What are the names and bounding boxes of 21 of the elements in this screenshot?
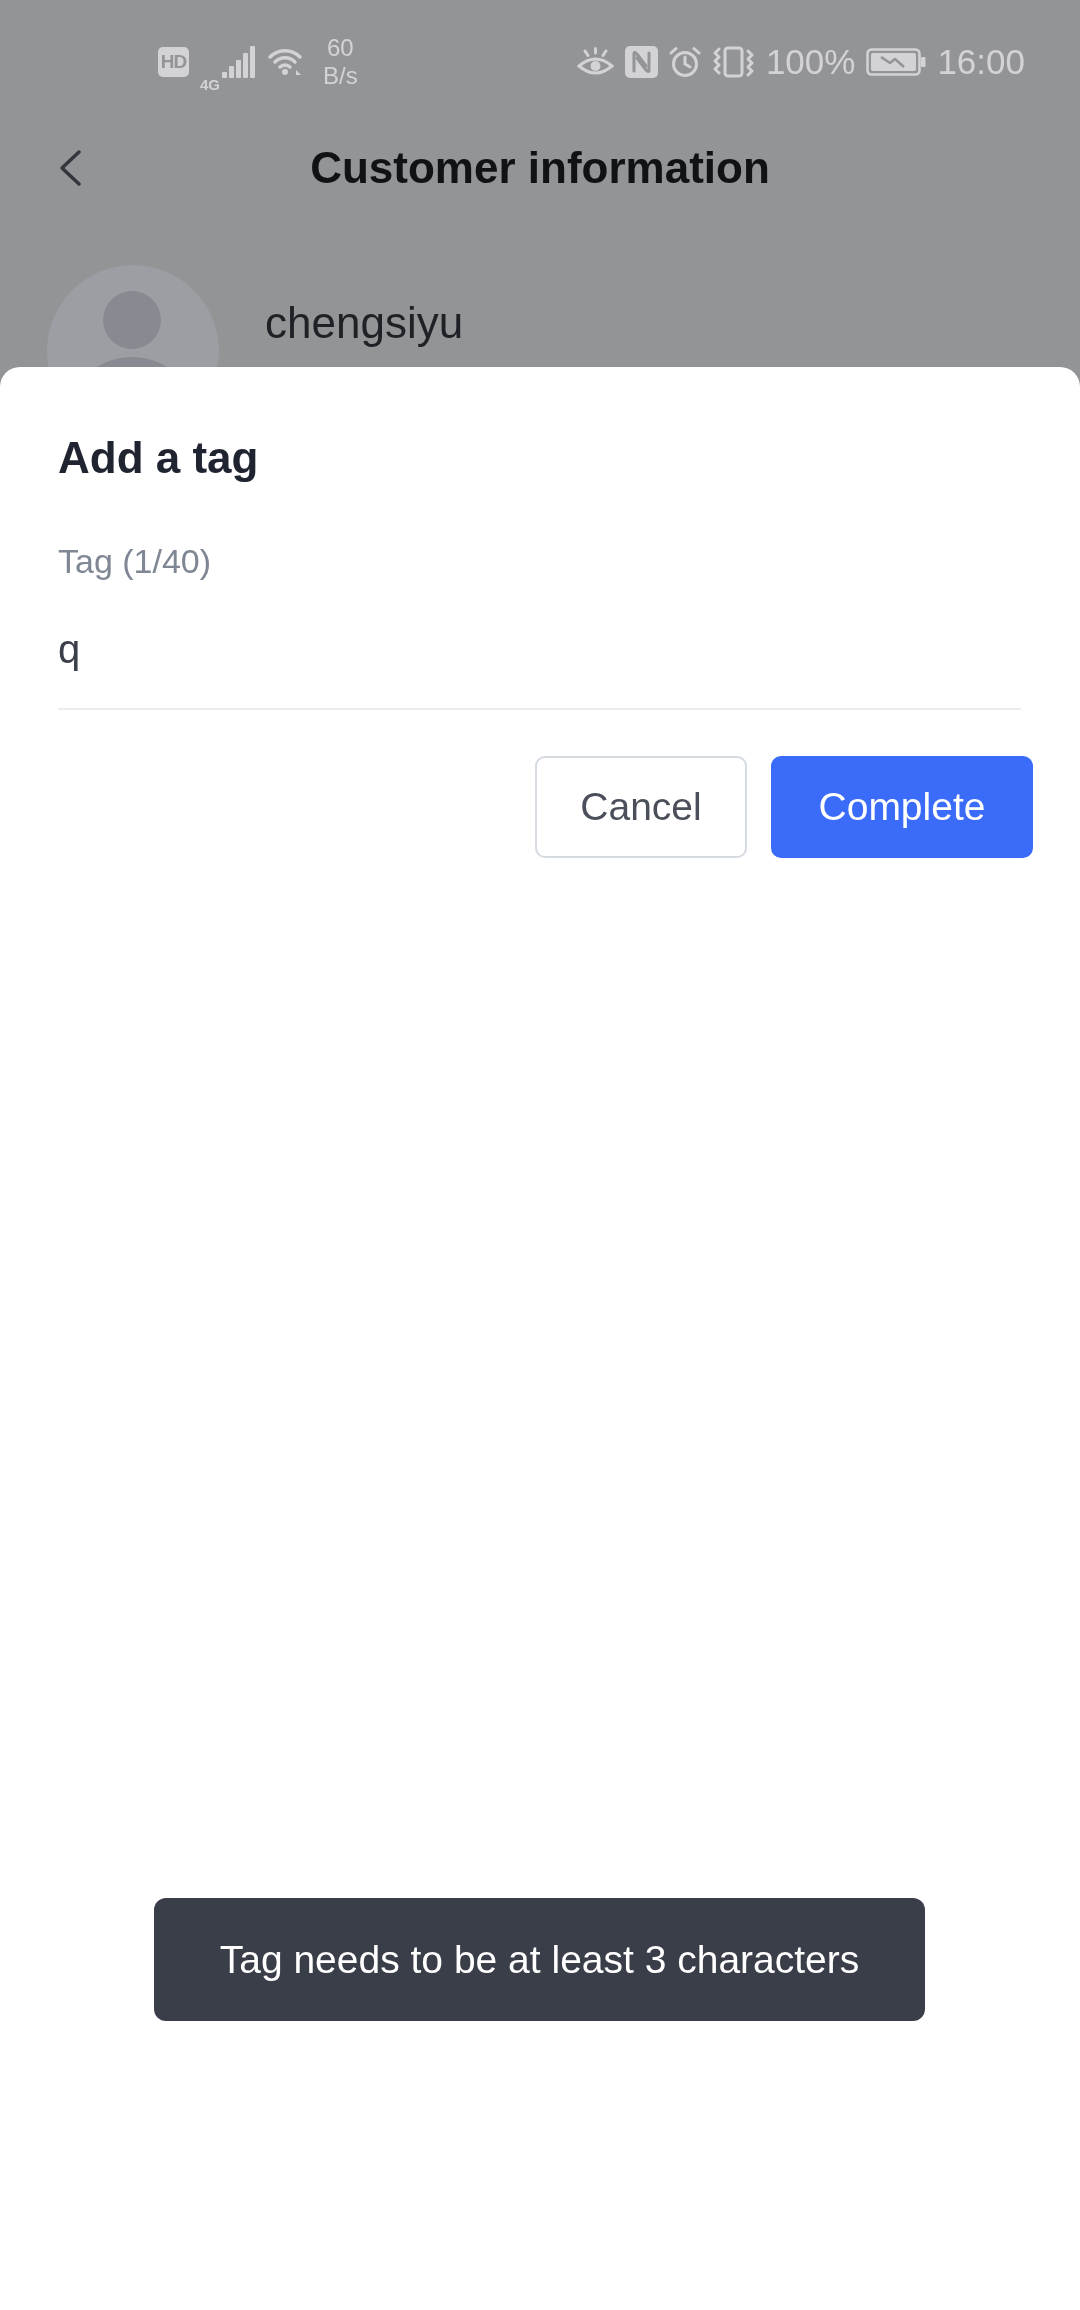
customer-name: chengsiyu (265, 297, 464, 349)
network-speed-unit: B/s (323, 62, 358, 90)
battery-percentage: 100% (765, 42, 856, 82)
dialog-title: Add a tag (58, 432, 260, 484)
eye-icon (576, 47, 614, 77)
complete-button[interactable]: Complete (771, 756, 1033, 858)
vibrate-icon (711, 46, 755, 78)
network-type: 4G (200, 77, 220, 93)
back-icon[interactable] (58, 149, 82, 187)
input-field[interactable]: q (58, 591, 1021, 710)
network-speed: 60 (326, 34, 355, 62)
battery-icon (866, 48, 927, 76)
hd-indicator: HD (158, 47, 189, 77)
cancel-button[interactable]: Cancel (535, 756, 747, 858)
alarm-icon (668, 46, 701, 78)
page-title: Customer information (310, 142, 770, 194)
signal-icon (222, 46, 256, 78)
clock-time: 16:00 (937, 42, 1025, 82)
toast-message: Tag needs to be at least 3 characters (154, 1898, 925, 2021)
nfc-icon (624, 46, 658, 78)
field-label: Tag (1/40) (58, 541, 213, 581)
